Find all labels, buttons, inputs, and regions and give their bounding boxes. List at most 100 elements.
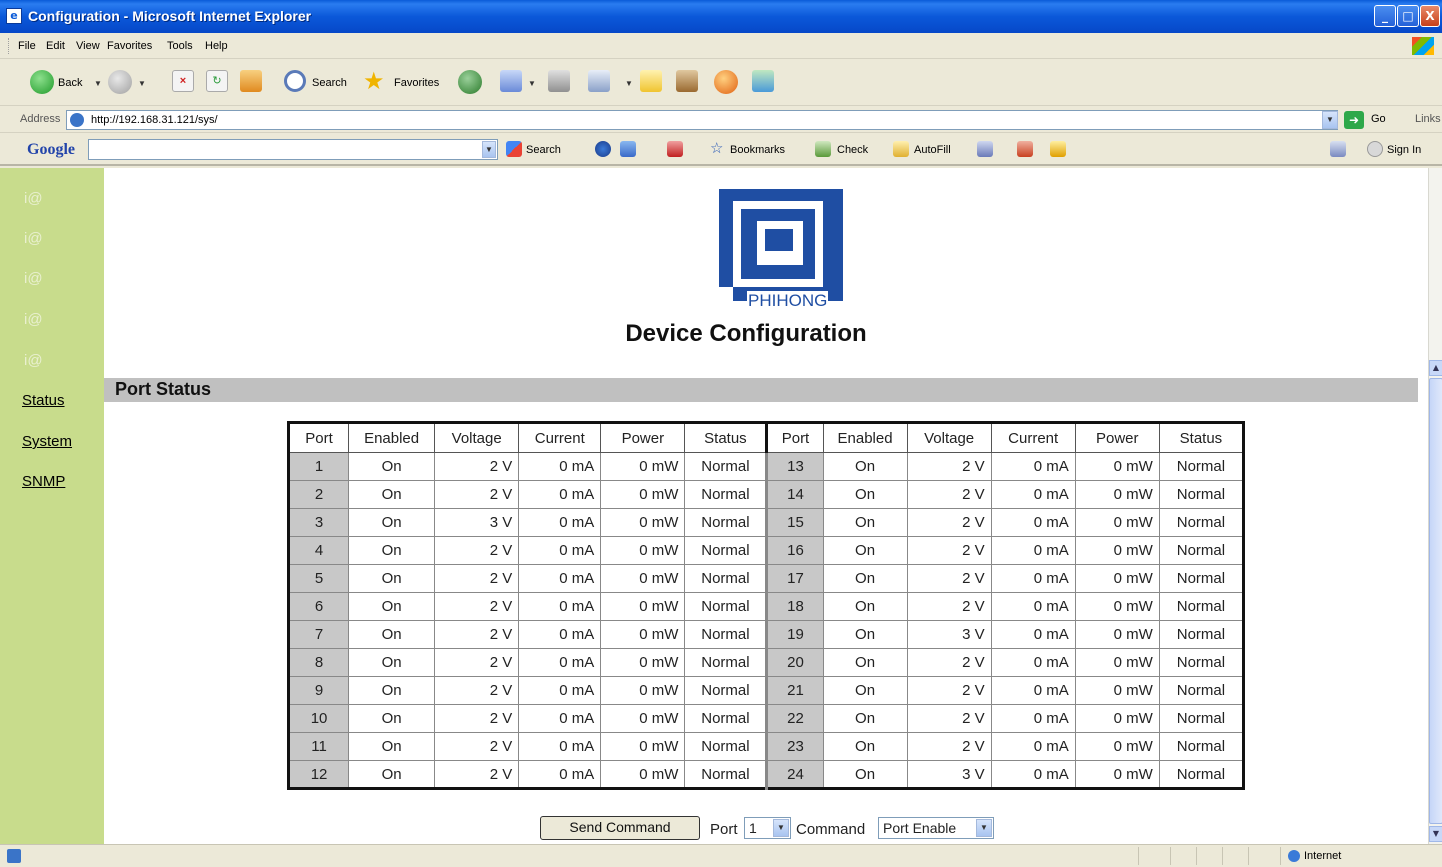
address-input[interactable]: http://192.168.31.121/sys/ [66,110,1338,130]
port-status-table: Port Enabled Voltage Current Power Statu… [287,421,1245,790]
google-search-button[interactable]: Search [526,144,561,156]
check-button[interactable]: Check [837,144,868,156]
table-cell: 0 mW [600,536,686,565]
table-cell: 0 mW [1074,452,1160,481]
table-cell: On [822,620,908,649]
favorites-label[interactable]: Favorites [394,77,439,89]
favorites-star-icon[interactable]: ★ [363,70,391,96]
go-arrow-icon[interactable]: ➜ [1344,111,1364,129]
google-search-dropdown-icon[interactable]: ▼ [482,141,496,158]
mail-icon[interactable] [500,70,522,92]
refresh-icon[interactable]: ↻ [206,70,228,92]
command-select[interactable]: Port Enable ▼ [878,817,994,839]
table-cell: 2 V [906,480,992,509]
google-logo[interactable]: Google [27,141,75,159]
table-row: 7 On 2 V0 mA 0 mW Normal 19 On 3 V0 mA 0 mW Norma… [287,620,1245,649]
back-label[interactable]: Back [58,77,82,89]
menu-file[interactable]: File [18,40,36,52]
sidebar-link-snmp[interactable]: SNMP [22,473,65,490]
bookmarks-star-icon[interactable]: ☆ [710,141,726,157]
table-cell: On [822,480,908,509]
back-dropdown-icon[interactable]: ▼ [94,79,102,88]
table-cell: 0 mA [990,508,1076,537]
sidebar-link-system[interactable]: System [22,433,72,450]
google-plus-icon[interactable] [620,141,636,157]
media-icon[interactable] [714,70,738,94]
windows-logo-icon [1412,37,1434,55]
messenger-icon[interactable] [752,70,774,92]
bookmarks-button[interactable]: Bookmarks [730,144,785,156]
table-cell: Normal [1158,508,1245,537]
maximize-button[interactable]: □ [1397,5,1419,27]
scroll-down-icon[interactable]: ▼ [1429,826,1442,842]
highlighter-icon[interactable] [1050,141,1066,157]
table-cell: 2 V [434,732,520,761]
research-icon[interactable] [676,70,698,92]
menu-edit[interactable]: Edit [46,40,65,52]
address-url[interactable]: http://192.168.31.121/sys/ [91,114,218,126]
google-search-input[interactable] [88,139,498,160]
sidebar-link-status[interactable]: Status [22,392,65,409]
table-cell: 2 V [434,620,520,649]
table-cell: 0 mA [518,732,602,761]
links-button[interactable]: Links [1415,113,1441,125]
stop-icon[interactable]: × [172,70,194,92]
table-cell: Normal [684,564,768,593]
back-arrow-icon[interactable] [30,70,54,94]
table-cell: 2 V [434,452,520,481]
table-cell: 2 V [434,592,520,621]
translate-icon[interactable] [977,141,993,157]
send-to-icon[interactable] [1017,141,1033,157]
google-search-icon[interactable] [506,141,522,157]
table-cell: Normal [684,704,768,733]
port-select-value[interactable]: 1 [749,820,757,836]
popup-blocker-icon[interactable] [667,141,683,157]
table-cell: On [822,732,908,761]
command-select-value[interactable]: Port Enable [883,820,956,836]
sign-in-icon[interactable] [1367,141,1383,157]
port-number-cell: 10 [287,704,350,733]
search-label[interactable]: Search [312,77,347,89]
close-button[interactable]: X [1420,5,1440,27]
column-header: Enabled [822,422,908,453]
menu-view[interactable]: View [76,40,100,52]
home-icon[interactable] [240,70,262,92]
table-cell: 3 V [906,620,992,649]
menu-help[interactable]: Help [205,40,228,52]
page-title-text: Device Configuration [625,320,867,347]
table-cell: 2 V [906,704,992,733]
search-icon[interactable] [284,70,306,92]
history-icon[interactable] [458,70,482,94]
menu-tools[interactable]: Tools [167,40,193,52]
edit-icon[interactable] [588,70,610,92]
port-select[interactable]: 1 ▼ [744,817,791,839]
settings-wrench-icon[interactable] [1330,141,1346,157]
autofill-icon[interactable] [893,141,909,157]
menu-favorites[interactable]: Favorites [107,40,152,52]
go-button[interactable]: Go [1371,113,1386,125]
spellcheck-icon[interactable] [815,141,831,157]
column-header: Status [684,422,768,453]
scroll-up-icon[interactable]: ▲ [1429,360,1442,376]
edit-dropdown-icon[interactable]: ▼ [625,79,633,88]
command-select-dropdown-icon[interactable]: ▼ [976,819,992,837]
discuss-icon[interactable] [640,70,662,92]
forward-dropdown-icon[interactable]: ▼ [138,79,146,88]
table-row: 12 On 2 V0 mA 0 mW Normal 24 On 3 V0 mA 0 mW Norm… [287,760,1245,789]
table-cell: On [822,592,908,621]
autofill-button[interactable]: AutoFill [914,144,951,156]
sign-in-button[interactable]: Sign In [1387,144,1421,156]
port-select-dropdown-icon[interactable]: ▼ [773,819,789,837]
page-status-icon [7,849,21,863]
column-header: Enabled [348,422,436,453]
address-dropdown-icon[interactable]: ▼ [1322,111,1338,129]
scroll-thumb[interactable] [1429,378,1442,824]
google-globe-icon[interactable] [595,141,611,157]
port-number-cell: 20 [765,648,824,677]
print-icon[interactable] [548,70,570,92]
mail-dropdown-icon[interactable]: ▼ [528,79,536,88]
minimize-button[interactable]: _ [1374,5,1396,27]
vertical-scrollbar[interactable]: ▲ ▼ [1428,168,1442,844]
forward-arrow-icon[interactable] [108,70,132,94]
send-command-button[interactable]: Send Command [540,816,700,840]
